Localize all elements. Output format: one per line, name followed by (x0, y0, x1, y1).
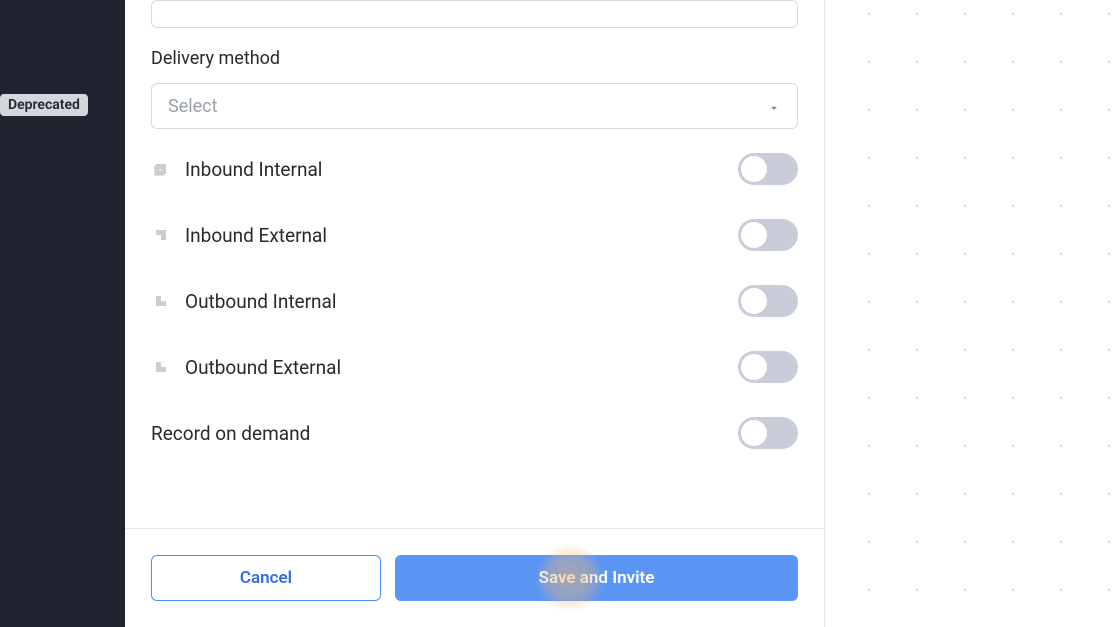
toggle-knob (741, 420, 767, 446)
chevron-down-icon (767, 99, 781, 113)
toggle-label: Inbound External (185, 224, 327, 247)
toggle-row-record-on-demand: Record on demand (151, 417, 798, 449)
toggle-inbound-internal[interactable] (738, 153, 798, 185)
toggle-knob (741, 288, 767, 314)
toggle-outbound-external[interactable] (738, 351, 798, 383)
text-input[interactable] (151, 0, 798, 28)
sidebar: Deprecated (0, 0, 125, 627)
modal-panel: Delivery method Select Inbound Internal (125, 0, 825, 627)
deprecated-badge: Deprecated (0, 94, 88, 116)
cancel-button[interactable]: Cancel (151, 555, 381, 601)
outbound-arrow-icon (151, 291, 171, 311)
toggle-knob (741, 354, 767, 380)
toggle-label: Inbound Internal (185, 158, 322, 181)
toggle-label: Outbound Internal (185, 290, 337, 313)
inbound-arrow-icon (151, 225, 171, 245)
form-body: Delivery method Select Inbound Internal (125, 0, 824, 528)
save-button-label: Save and Invite (539, 568, 655, 588)
toggle-inbound-external[interactable] (738, 219, 798, 251)
toggle-label: Outbound External (185, 356, 341, 379)
select-placeholder: Select (168, 96, 217, 117)
modal-footer: Cancel Save and Invite (125, 528, 824, 627)
delivery-method-select[interactable]: Select (151, 83, 798, 129)
main-area: Delivery method Select Inbound Internal (125, 0, 1120, 627)
inbound-arrow-icon (151, 159, 171, 179)
toggle-label: Record on demand (151, 422, 310, 445)
toggle-record-on-demand[interactable] (738, 417, 798, 449)
canvas-background (825, 0, 1120, 627)
outbound-arrow-icon (151, 357, 171, 377)
toggle-knob (741, 156, 767, 182)
delivery-method-label: Delivery method (151, 48, 798, 69)
toggle-row-inbound-internal: Inbound Internal (151, 153, 798, 185)
toggle-outbound-internal[interactable] (738, 285, 798, 317)
toggle-knob (741, 222, 767, 248)
save-and-invite-button[interactable]: Save and Invite (395, 555, 798, 601)
toggle-row-inbound-external: Inbound External (151, 219, 798, 251)
toggle-row-outbound-external: Outbound External (151, 351, 798, 383)
toggle-row-outbound-internal: Outbound Internal (151, 285, 798, 317)
dot-grid (825, 0, 1120, 627)
